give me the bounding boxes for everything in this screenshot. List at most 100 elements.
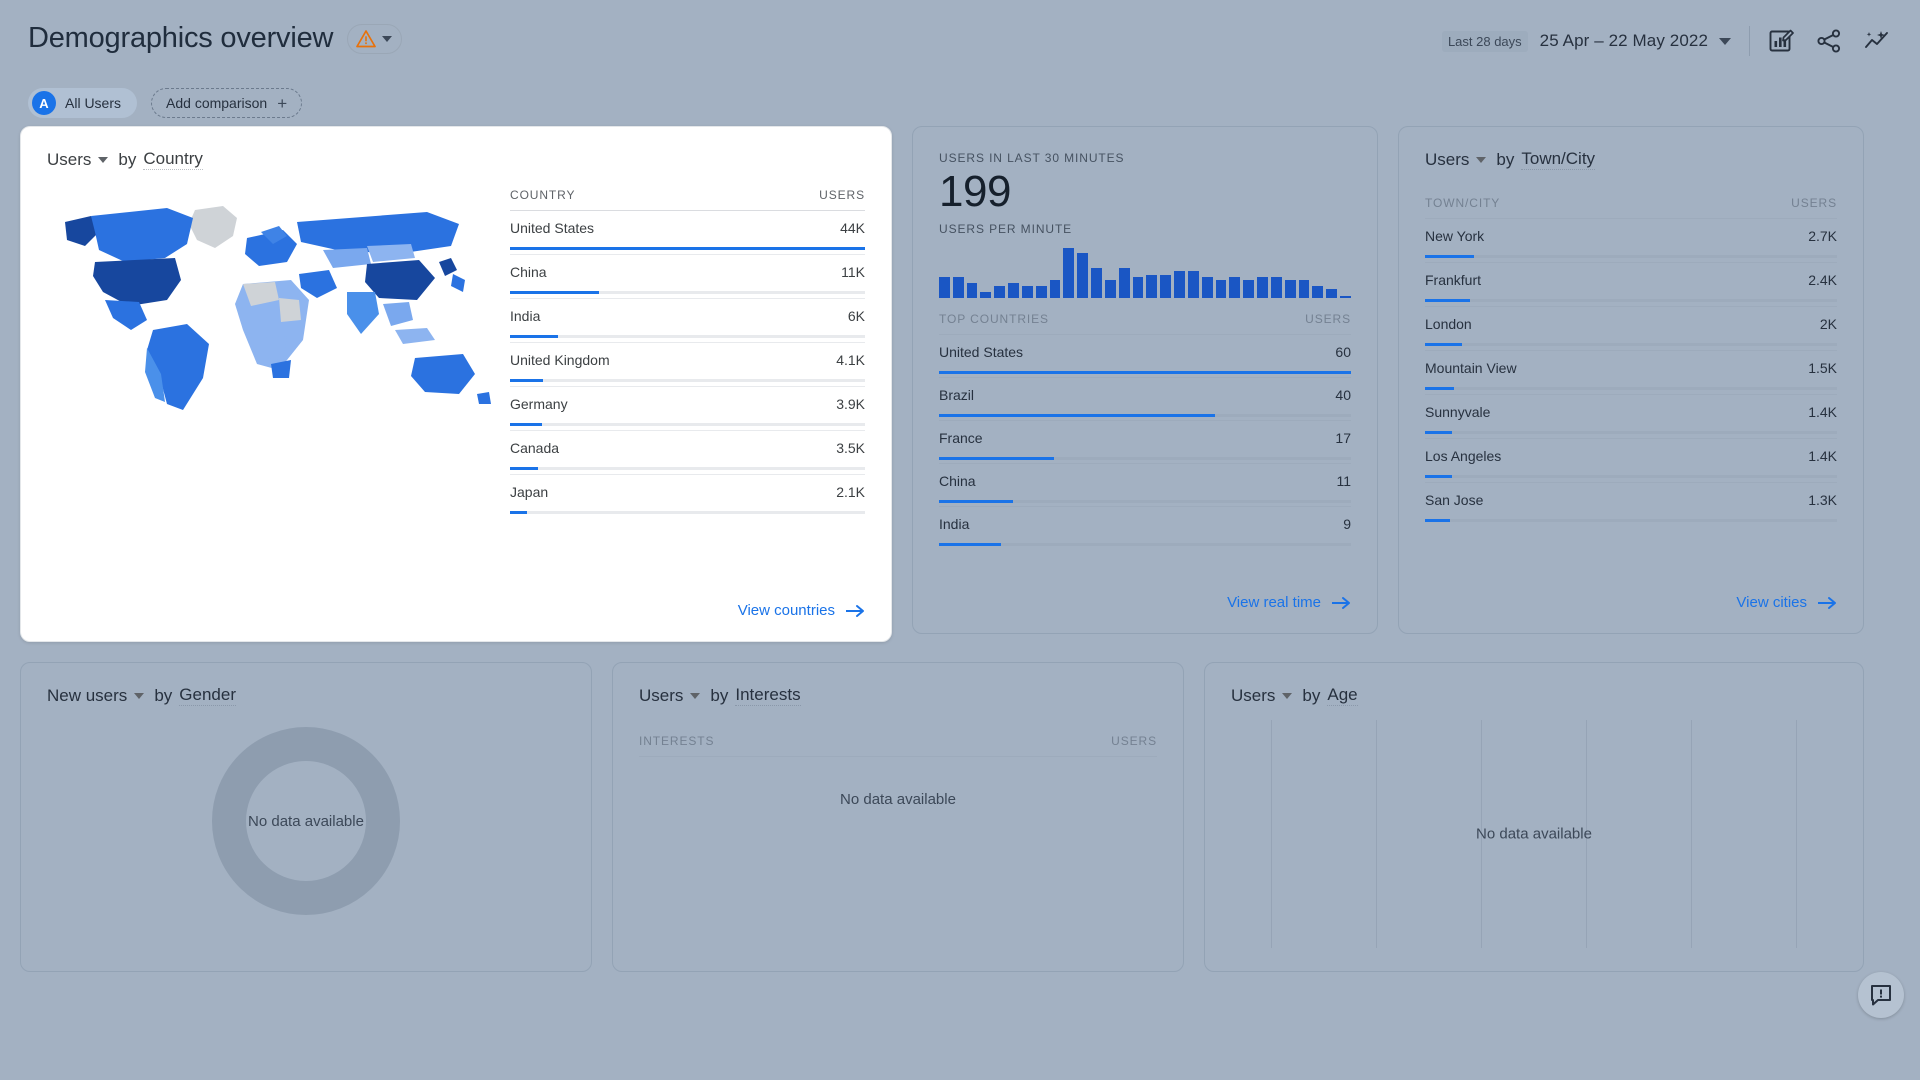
plus-icon: + bbox=[277, 93, 288, 113]
table-row-bar bbox=[939, 364, 1351, 378]
share-icon[interactable] bbox=[1816, 28, 1842, 54]
by-text: by bbox=[710, 685, 729, 705]
table-row[interactable]: United Kingdom 4.1K bbox=[510, 342, 865, 372]
chip-all-users[interactable]: A All Users bbox=[28, 88, 138, 118]
table-row[interactable]: United States 44K bbox=[510, 210, 865, 240]
table-row[interactable]: Canada 3.5K bbox=[510, 430, 865, 460]
warning-chip[interactable] bbox=[347, 23, 403, 54]
edit-chart-icon[interactable] bbox=[1768, 28, 1794, 54]
users-col-header: USERS bbox=[1229, 312, 1351, 336]
metric-selector-label[interactable]: Users bbox=[639, 686, 683, 706]
spark-bar bbox=[1284, 280, 1296, 299]
metric-selector-label[interactable]: Users bbox=[1425, 150, 1469, 170]
spark-bar bbox=[1160, 274, 1172, 299]
chevron-down-icon[interactable] bbox=[1282, 692, 1293, 699]
table-row[interactable]: India 6K bbox=[510, 298, 865, 328]
table-row[interactable]: Japan 2.1K bbox=[510, 474, 865, 504]
bar-fill bbox=[510, 335, 559, 338]
country-name: France bbox=[939, 420, 1230, 451]
metric-selector-label[interactable]: New users bbox=[47, 686, 127, 706]
metric-selector-label[interactable]: Users bbox=[47, 150, 91, 170]
gender-donut-chart: No data available bbox=[21, 706, 591, 936]
chevron-down-icon[interactable] bbox=[690, 692, 701, 699]
dimension-label[interactable]: Gender bbox=[179, 685, 236, 706]
chevron-down-icon[interactable] bbox=[134, 692, 145, 699]
bar-fill bbox=[939, 543, 1001, 547]
country-name: United States bbox=[939, 334, 1230, 365]
chevron-down-icon[interactable] bbox=[98, 156, 109, 163]
bar-fill bbox=[939, 414, 1216, 418]
header-icon-group bbox=[1768, 28, 1892, 54]
country-name: United States bbox=[510, 210, 754, 240]
users-per-minute-chart bbox=[913, 244, 1377, 299]
city-table-body: New York 2.7K Frankfurt 2.4K London 2K M… bbox=[1425, 218, 1837, 527]
world-map-chart[interactable] bbox=[47, 188, 502, 518]
spark-bar bbox=[1063, 247, 1075, 299]
add-comparison-button[interactable]: Add comparison + bbox=[151, 88, 303, 118]
table-row[interactable]: London 2K bbox=[1425, 306, 1837, 336]
table-row-bar bbox=[510, 328, 865, 343]
date-range-chevron-down-icon[interactable] bbox=[1719, 37, 1731, 45]
city-name: London bbox=[1425, 306, 1700, 336]
header-divider bbox=[1749, 26, 1750, 56]
table-row[interactable]: India 9 bbox=[939, 506, 1351, 537]
bar-fill bbox=[939, 457, 1055, 461]
date-range-text[interactable]: 25 Apr – 22 May 2022 bbox=[1540, 31, 1708, 51]
table-row[interactable]: Sunnyvale 1.4K bbox=[1425, 394, 1837, 424]
table-row[interactable]: New York 2.7K bbox=[1425, 218, 1837, 248]
bar-track bbox=[510, 423, 865, 426]
card-users-by-age: Users by Age No data available bbox=[1204, 662, 1864, 972]
bar-track bbox=[510, 511, 865, 514]
table-row-bar bbox=[1425, 512, 1837, 526]
card-title-country[interactable]: Users by Country bbox=[21, 127, 891, 170]
country-value: 40 bbox=[1229, 377, 1351, 408]
country-name: China bbox=[510, 254, 754, 284]
view-countries-link[interactable]: View countries bbox=[738, 602, 865, 619]
table-row[interactable]: United States 60 bbox=[939, 334, 1351, 365]
dimension-label[interactable]: Town/City bbox=[1521, 149, 1596, 170]
dimension-label[interactable]: Interests bbox=[735, 685, 801, 706]
table-row[interactable]: Germany 3.9K bbox=[510, 386, 865, 416]
arrow-right-icon bbox=[1818, 596, 1836, 609]
warning-triangle-icon bbox=[356, 30, 377, 48]
bar-track bbox=[939, 543, 1351, 547]
country-value: 11K bbox=[753, 254, 865, 284]
dimension-label[interactable]: Country bbox=[143, 149, 203, 170]
table-row-bar bbox=[510, 504, 865, 518]
country-name: India bbox=[510, 298, 754, 328]
dimension-label[interactable]: Age bbox=[1327, 685, 1358, 706]
feedback-button[interactable] bbox=[1858, 972, 1904, 1018]
bar-track bbox=[1425, 387, 1837, 390]
spark-bar bbox=[1229, 277, 1241, 299]
view-real-time-link[interactable]: View real time bbox=[1227, 594, 1351, 611]
table-row[interactable]: Los Angeles 1.4K bbox=[1425, 438, 1837, 468]
view-cities-link[interactable]: View cities bbox=[1736, 594, 1837, 611]
card-title-gender[interactable]: New users by Gender bbox=[21, 663, 591, 706]
table-row[interactable]: China 11K bbox=[510, 254, 865, 284]
table-row[interactable]: San Jose 1.3K bbox=[1425, 482, 1837, 512]
card-title-age[interactable]: Users by Age bbox=[1205, 663, 1863, 706]
table-row[interactable]: Frankfurt 2.4K bbox=[1425, 262, 1837, 292]
card-title-city[interactable]: Users by Town/City bbox=[1399, 127, 1863, 170]
country-name: Canada bbox=[510, 430, 754, 460]
age-no-data-label: No data available bbox=[1476, 825, 1592, 843]
spark-bar bbox=[1298, 280, 1310, 299]
top-countries-table: TOP COUNTRIES USERS United States 60 Bra… bbox=[939, 312, 1351, 549]
insights-icon[interactable] bbox=[1864, 28, 1892, 54]
chevron-down-icon bbox=[382, 35, 393, 42]
spark-bar bbox=[1257, 277, 1268, 299]
card-new-users-by-gender: New users by Gender No data available bbox=[20, 662, 592, 972]
interests-no-data-label: No data available bbox=[840, 791, 956, 808]
metric-selector-label[interactable]: Users bbox=[1231, 686, 1275, 706]
table-row[interactable]: China 11 bbox=[939, 463, 1351, 494]
table-row[interactable]: France 17 bbox=[939, 420, 1351, 451]
table-row-bar bbox=[510, 240, 865, 255]
table-row[interactable]: Mountain View 1.5K bbox=[1425, 350, 1837, 380]
bar-track bbox=[1425, 475, 1837, 478]
bar-track bbox=[939, 414, 1351, 418]
table-row[interactable]: Brazil 40 bbox=[939, 377, 1351, 408]
card-title-interests[interactable]: Users by Interests bbox=[613, 663, 1183, 706]
chevron-down-icon[interactable] bbox=[1476, 156, 1487, 163]
city-name: New York bbox=[1425, 218, 1700, 248]
bar-track bbox=[1425, 343, 1837, 346]
